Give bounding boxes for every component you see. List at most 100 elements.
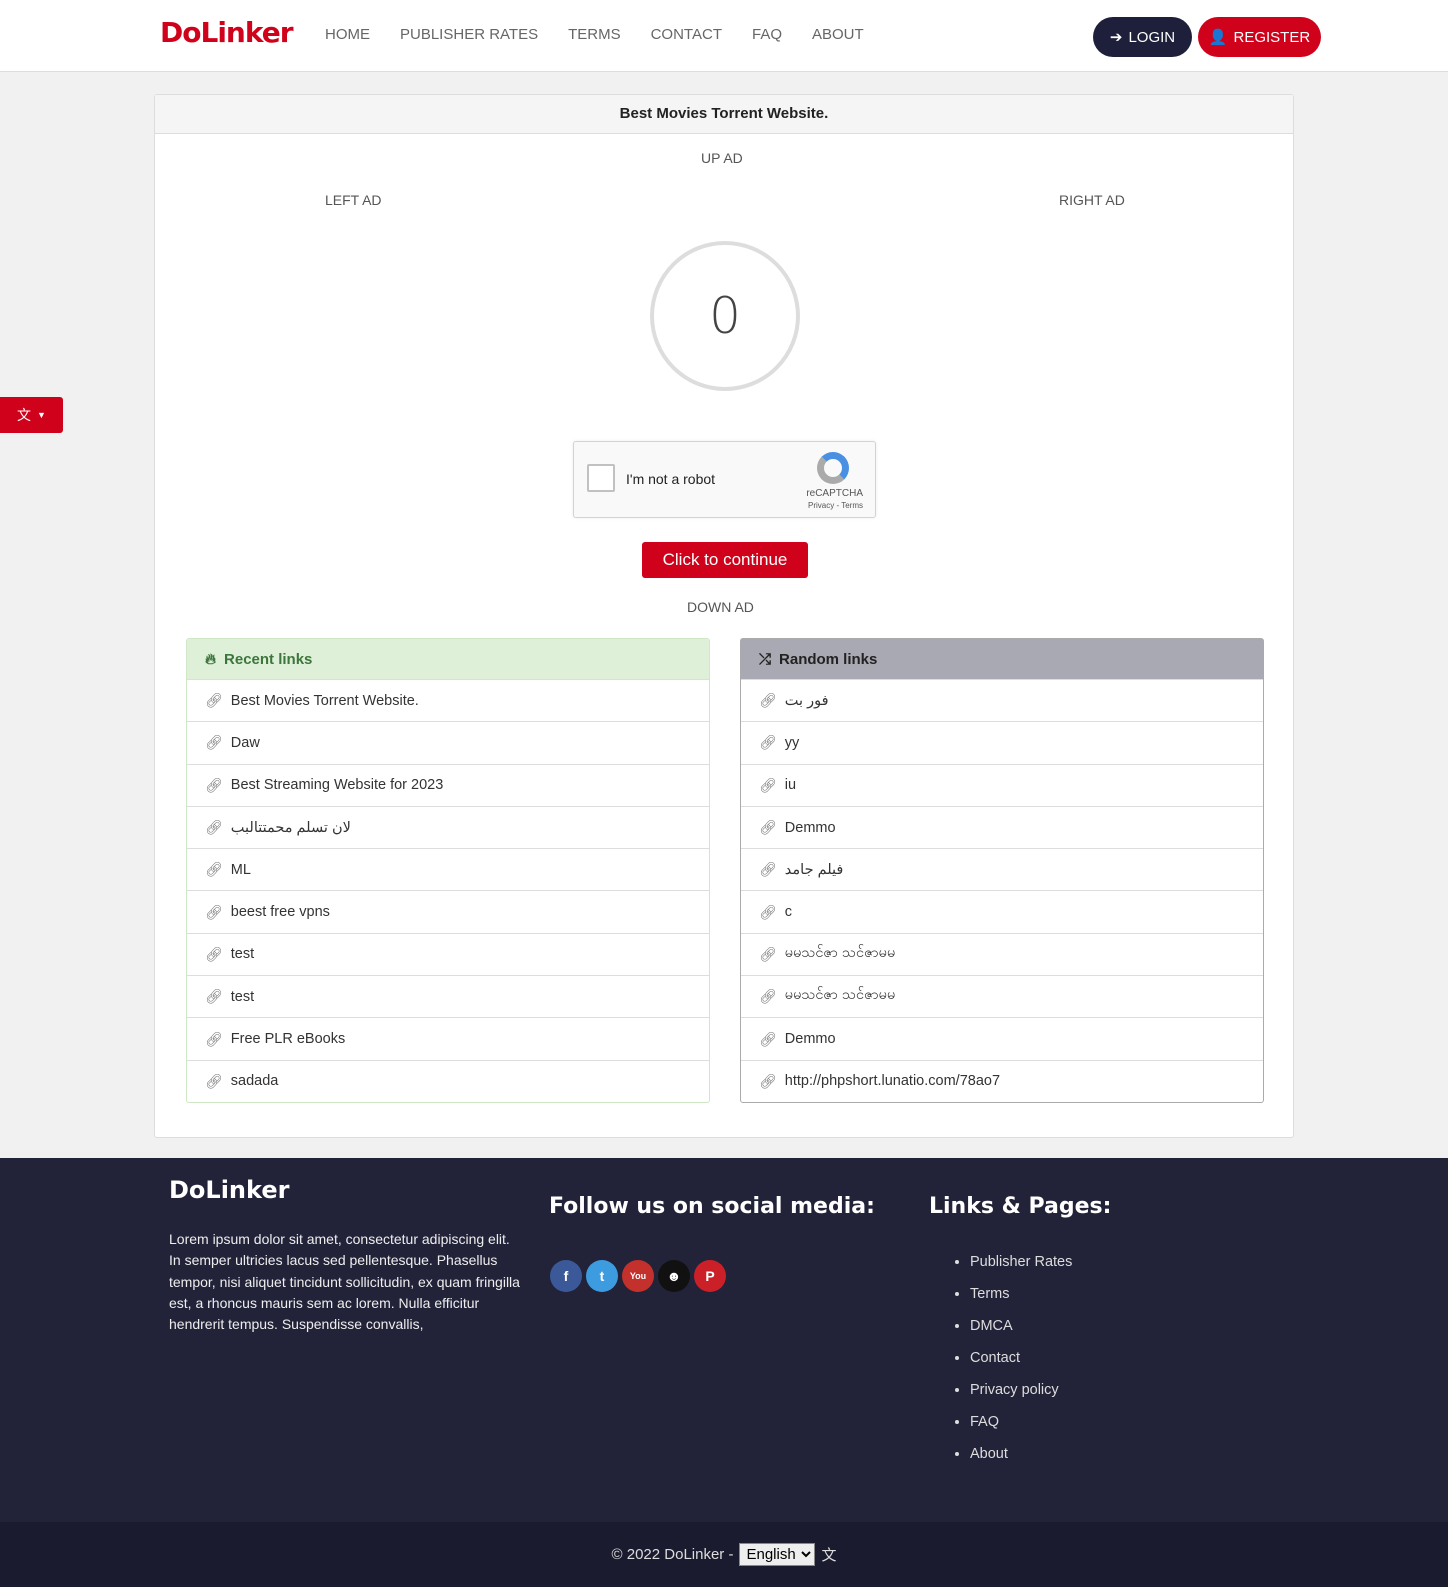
continue-button[interactable]: Click to continue	[642, 542, 808, 578]
footer-link[interactable]: Contact	[970, 1350, 1072, 1382]
recaptcha-label: I'm not a robot	[626, 471, 716, 487]
link-item[interactable]: 🔗︎ test	[187, 975, 709, 1017]
link-item[interactable]: 🔗︎ Best Streaming Website for 2023	[187, 763, 709, 806]
link-icon: 🔗︎	[205, 776, 223, 793]
pinterest-icon[interactable]: P	[694, 1260, 726, 1292]
footer-link[interactable]: Terms	[970, 1286, 1072, 1318]
link-label: فيلم جامد	[784, 861, 844, 878]
link-item[interactable]: 🔗︎ မမသင်ဇာ သင်ဇာမမ	[741, 975, 1263, 1017]
footer: DoLinker Lorem ipsum dolor sit amet, con…	[0, 1158, 1448, 1522]
bottom-bar: © 2022 DoLinker - English 文	[0, 1522, 1448, 1587]
link-label: فور بت	[784, 692, 829, 709]
language-select[interactable]: English	[739, 1543, 816, 1566]
link-label: sadada	[230, 1073, 279, 1090]
nav-home[interactable]: HOME	[325, 26, 370, 43]
footer-link[interactable]: About	[970, 1446, 1072, 1478]
link-item[interactable]: 🔗︎ http://phpshort.lunatio.com/78ao7	[741, 1059, 1263, 1102]
copyright: © 2022 DoLinker -	[611, 1546, 734, 1563]
link-icon: 🔗︎	[759, 903, 777, 920]
link-item[interactable]: 🔗︎ sadada	[187, 1059, 709, 1102]
navbar: DoLinker HOME PUBLISHER RATES TERMS CONT…	[0, 0, 1448, 72]
link-icon: 🔗︎	[205, 1030, 223, 1047]
link-icon: 🔗︎	[759, 861, 777, 878]
link-icon: 🔗︎	[205, 988, 223, 1005]
twitter-icon[interactable]: t	[586, 1260, 618, 1292]
recaptcha-checkbox[interactable]	[587, 464, 615, 492]
random-links-header: ⤮ Random links	[741, 639, 1263, 679]
link-icon: 🔗︎	[759, 692, 777, 709]
reddit-icon[interactable]: ☻	[658, 1260, 690, 1292]
link-item[interactable]: 🔗︎ c	[741, 890, 1263, 932]
link-icon: 🔗︎	[205, 903, 223, 920]
shuffle-icon: ⤮	[759, 650, 772, 668]
login-label: LOGIN	[1128, 28, 1176, 46]
link-icon: 🔗︎	[759, 1072, 777, 1089]
link-label: မမသင်ဇာ သင်ဇာမမ	[784, 987, 896, 1004]
link-icon: 🔗︎	[205, 819, 223, 836]
register-button[interactable]: 👤 REGISTER	[1198, 17, 1321, 57]
link-label: لان تسلم محمتتالبب	[230, 819, 351, 836]
nav-faq[interactable]: FAQ	[752, 26, 782, 43]
link-item[interactable]: 🔗︎ iu	[741, 763, 1263, 806]
link-icon: 🔗︎	[759, 819, 777, 836]
nav-about[interactable]: ABOUT	[812, 26, 864, 43]
link-item[interactable]: 🔗︎ ML	[187, 848, 709, 890]
left-ad: LEFT AD	[325, 192, 382, 208]
link-label: Best Movies Torrent Website.	[230, 692, 419, 709]
translate-icon: 文	[821, 1547, 837, 1564]
link-label: test	[230, 988, 255, 1005]
link-item[interactable]: 🔗︎ beest free vpns	[187, 890, 709, 932]
login-button[interactable]: ➔ LOGIN	[1093, 17, 1192, 57]
link-label: Demmo	[784, 819, 836, 836]
link-icon: 🔗︎	[205, 1072, 223, 1089]
link-label: yy	[784, 734, 800, 751]
link-icon: 🔗︎	[205, 692, 223, 709]
links-title: Links & Pages:	[929, 1194, 1112, 1219]
link-label: http://phpshort.lunatio.com/78ao7	[784, 1073, 1001, 1090]
language-switcher[interactable]: 文 ▼	[0, 397, 63, 433]
youtube-icon[interactable]: You	[622, 1260, 654, 1292]
recaptcha-widget: I'm not a robot reCAPTCHA Privacy - Term…	[573, 441, 876, 518]
link-item[interactable]: 🔗︎ Daw	[187, 721, 709, 763]
link-item[interactable]: 🔗︎ فور بت	[741, 679, 1263, 721]
nav-publisher-rates[interactable]: PUBLISHER RATES	[400, 26, 538, 43]
link-item[interactable]: 🔗︎ لان تسلم محمتتالبب	[187, 805, 709, 848]
footer-link[interactable]: Publisher Rates	[970, 1254, 1072, 1286]
social-icons: f t You ☻ P	[550, 1260, 726, 1292]
facebook-icon[interactable]: f	[550, 1260, 582, 1292]
link-item[interactable]: 🔗︎ Free PLR eBooks	[187, 1017, 709, 1059]
fire-icon: 🔥︎	[205, 650, 217, 668]
footer-link[interactable]: Privacy policy	[970, 1382, 1072, 1414]
countdown-timer: 0	[650, 241, 800, 391]
link-card: Best Movies Torrent Website. UP AD LEFT …	[154, 94, 1294, 1138]
footer-link[interactable]: DMCA	[970, 1318, 1072, 1350]
link-icon: 🔗︎	[759, 776, 777, 793]
link-label: c	[784, 904, 793, 921]
link-title: Best Movies Torrent Website.	[155, 95, 1293, 134]
link-icon: 🔗︎	[759, 945, 777, 962]
link-item[interactable]: 🔗︎ yy	[741, 721, 1263, 763]
recaptcha-links[interactable]: Privacy - Terms	[808, 501, 863, 510]
link-item[interactable]: 🔗︎ Demmo	[741, 1017, 1263, 1059]
register-label: REGISTER	[1233, 28, 1311, 46]
link-item[interactable]: 🔗︎ မမသင်ဇာ သင်ဇာမမ	[741, 932, 1263, 975]
footer-link[interactable]: FAQ	[970, 1414, 1072, 1446]
link-item[interactable]: 🔗︎ Best Movies Torrent Website.	[187, 679, 709, 721]
down-ad: DOWN AD	[687, 599, 754, 615]
right-ad: RIGHT AD	[1059, 192, 1125, 208]
link-item[interactable]: 🔗︎ test	[187, 932, 709, 975]
logo[interactable]: DoLinker	[160, 16, 294, 49]
user-plus-icon: 👤	[1208, 29, 1228, 46]
recaptcha-logo-icon	[817, 452, 849, 484]
sign-in-icon: ➔	[1109, 29, 1123, 46]
recent-links-panel: 🔥︎ Recent links 🔗︎ Best Movies Torrent Web…	[186, 638, 710, 1103]
link-label: မမသင်ဇာ သင်ဇာမမ	[784, 944, 896, 961]
link-icon: 🔗︎	[759, 1030, 777, 1047]
link-item[interactable]: 🔗︎ Demmo	[741, 805, 1263, 848]
recent-links-title: Recent links	[224, 650, 313, 668]
nav-terms[interactable]: TERMS	[568, 26, 621, 43]
footer-about: Lorem ipsum dolor sit amet, consectetur …	[169, 1231, 520, 1333]
link-item[interactable]: 🔗︎ فيلم جامد	[741, 848, 1263, 890]
link-icon: 🔗︎	[759, 988, 777, 1005]
nav-contact[interactable]: CONTACT	[651, 26, 722, 43]
